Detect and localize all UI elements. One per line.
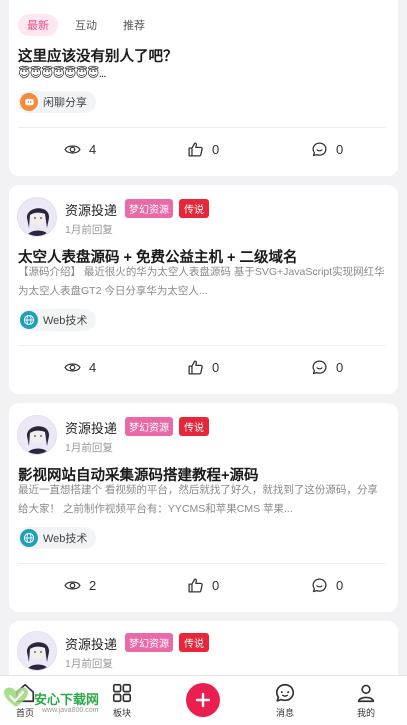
view-count-value: 4	[89, 142, 97, 157]
rank-badge: 传说	[179, 633, 209, 652]
thumbs-up-icon	[188, 578, 203, 593]
post-actions: 4 0 0	[9, 141, 398, 161]
thumbs-up-icon	[188, 360, 203, 375]
nav-message[interactable]: 消息	[260, 682, 310, 719]
author-name[interactable]: 资源投递	[65, 634, 117, 653]
globe-icon	[20, 311, 38, 329]
author-name[interactable]: 资源投递	[65, 418, 117, 437]
watermark-url: www.java800.com	[42, 707, 99, 714]
divider	[18, 563, 386, 564]
level-badge: 梦幻资源	[125, 417, 173, 436]
watermark-title: 安心下载网	[34, 692, 100, 707]
watermark: 安心下载网 www.java800.com	[0, 679, 110, 721]
post-title[interactable]: 这里应该没有别人了吧？	[18, 45, 386, 66]
watermark-logo	[4, 687, 28, 707]
tab-recommended[interactable]: 推荐	[114, 14, 154, 36]
post-card[interactable]: 资源投递 梦幻资源 传说 1月前回复 影视网站自动采集源码搭建教程+源码 最近一…	[9, 403, 398, 612]
globe-icon	[20, 529, 38, 547]
eye-icon	[64, 145, 81, 154]
comment-count: 0	[336, 360, 344, 375]
avatar[interactable]	[17, 415, 57, 455]
comment-icon	[312, 360, 327, 375]
app-screen: 最新 互动 推荐 这里应该没有别人了吧？ 😇😇😇😇😇😇😇... 闲聊分享 4 0	[0, 0, 407, 725]
rank-badge: 传说	[179, 417, 209, 436]
chat-bubble-icon	[20, 93, 38, 111]
comment-button[interactable]: 0	[311, 577, 343, 594]
plus-icon	[195, 692, 211, 708]
like-button[interactable]: 0	[187, 141, 219, 158]
nav-mine-label: 我的	[356, 708, 375, 718]
topic-label: Web技术	[43, 315, 88, 327]
comment-button[interactable]: 0	[311, 141, 343, 158]
comment-icon	[312, 578, 327, 593]
comment-count: 0	[336, 142, 344, 157]
post-excerpt: 【源码介绍】 最近很火的华为太空人表盘源码 基于SVG+JavaScript实现…	[18, 266, 385, 297]
avatar[interactable]	[17, 197, 57, 237]
like-count: 0	[212, 360, 220, 375]
view-count-value: 4	[89, 360, 97, 375]
view-count-value: 2	[89, 578, 97, 593]
author-name[interactable]: 资源投递	[65, 200, 117, 219]
comment-icon	[312, 142, 327, 157]
comment-count: 0	[336, 578, 344, 593]
view-count: 4	[64, 359, 96, 376]
avatar[interactable]	[17, 631, 57, 671]
topic-label: Web技术	[43, 533, 88, 545]
level-badge: 梦幻资源	[125, 199, 173, 218]
user-icon	[357, 684, 375, 703]
post-excerpt: 最近一直想搭建个 看视频的平台，然后就找了好久，就找到了这份源码，分享给大家！ …	[18, 484, 378, 515]
topic-chip[interactable]: Web技术	[18, 527, 97, 549]
rank-badge: 传说	[179, 199, 209, 218]
like-count: 0	[212, 578, 220, 593]
add-post-button[interactable]	[186, 683, 220, 717]
post-time: 1月前回复	[65, 224, 113, 236]
like-count: 0	[212, 142, 220, 157]
thumbs-up-icon	[188, 142, 203, 157]
post-actions: 4 0 0	[9, 359, 398, 379]
divider	[18, 345, 386, 346]
topic-chip[interactable]: 闲聊分享	[18, 91, 96, 113]
view-count: 2	[64, 577, 96, 594]
like-button[interactable]: 0	[187, 359, 219, 376]
level-badge: 梦幻资源	[125, 633, 173, 652]
eye-icon	[64, 581, 81, 590]
like-button[interactable]: 0	[187, 577, 219, 594]
post-time: 1月前回复	[65, 658, 113, 670]
post-time: 1月前回复	[65, 442, 113, 454]
nav-message-label: 消息	[275, 708, 294, 718]
tab-latest[interactable]: 最新	[18, 14, 58, 36]
bottom-nav: 首页 板块 消息 我的 安心下载网 www.java800.com	[0, 675, 407, 725]
topic-chip[interactable]: Web技术	[18, 309, 97, 331]
divider	[18, 127, 386, 128]
eye-icon	[64, 363, 81, 372]
grid-icon	[112, 683, 132, 703]
message-icon	[275, 683, 295, 702]
post-card[interactable]: 最新 互动 推荐 这里应该没有别人了吧？ 😇😇😇😇😇😇😇... 闲聊分享 4 0	[9, 0, 398, 176]
topic-label: 闲聊分享	[43, 97, 87, 109]
post-card[interactable]: 资源投递 梦幻资源 传说 1月前回复 太空人表盘源码 + 免费公益主机 + 二级…	[9, 185, 398, 394]
filter-tabs: 最新 互动 推荐	[18, 14, 154, 36]
post-actions: 2 0 0	[9, 577, 398, 597]
comment-button[interactable]: 0	[311, 359, 343, 376]
tab-interactive[interactable]: 互动	[66, 14, 106, 36]
view-count: 4	[64, 141, 96, 158]
post-excerpt: 😇😇😇😇😇😇😇...	[18, 66, 107, 80]
nav-mine[interactable]: 我的	[341, 682, 391, 719]
